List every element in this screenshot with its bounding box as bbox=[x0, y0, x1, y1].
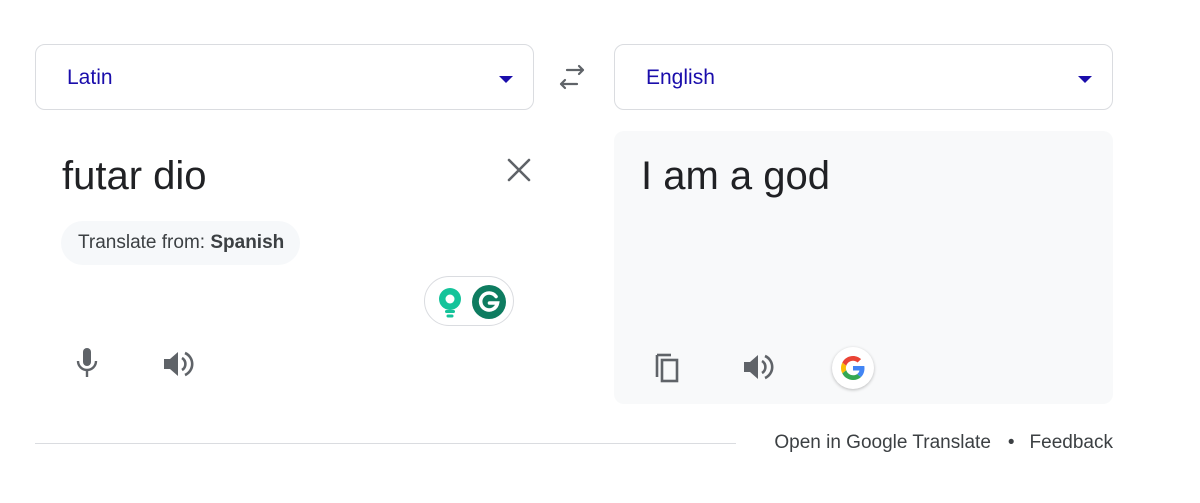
speaker-icon bbox=[164, 351, 194, 377]
open-in-google-translate-link[interactable]: Open in Google Translate bbox=[774, 432, 991, 453]
google-search-button[interactable] bbox=[832, 347, 874, 389]
lightbulb-icon bbox=[439, 288, 461, 318]
translate-from-prefix: Translate from: bbox=[78, 232, 211, 253]
footer-divider bbox=[35, 443, 736, 444]
swap-languages-button[interactable] bbox=[553, 60, 591, 96]
microphone-icon bbox=[76, 348, 98, 377]
translation-output-panel: I am a god bbox=[614, 131, 1113, 404]
listen-translation-button[interactable] bbox=[738, 347, 778, 387]
grammarly-logo-icon bbox=[472, 285, 506, 319]
footer-links: Open in Google Translate • Feedback bbox=[774, 432, 1113, 454]
close-icon bbox=[507, 158, 531, 182]
chevron-down-icon bbox=[499, 76, 513, 83]
target-language-select[interactable]: English bbox=[614, 44, 1113, 110]
copy-icon bbox=[655, 353, 679, 383]
source-language-label: Latin bbox=[67, 66, 113, 89]
translated-text: I am a god bbox=[641, 154, 831, 198]
detected-language: Spanish bbox=[210, 232, 285, 253]
footer-separator: • bbox=[1007, 432, 1015, 453]
target-language-label: English bbox=[646, 66, 715, 89]
grammarly-widget[interactable] bbox=[424, 276, 514, 326]
google-g-icon bbox=[841, 356, 865, 380]
copy-translation-button[interactable] bbox=[647, 347, 687, 387]
source-language-select[interactable]: Latin bbox=[35, 44, 534, 110]
voice-input-button[interactable] bbox=[67, 344, 107, 384]
feedback-link[interactable]: Feedback bbox=[1030, 432, 1113, 453]
clear-text-button[interactable] bbox=[502, 153, 536, 187]
translate-from-suggestion-chip[interactable]: Translate from: Spanish bbox=[61, 221, 301, 265]
swap-arrows-icon bbox=[559, 64, 585, 90]
listen-source-button[interactable] bbox=[158, 344, 198, 384]
chevron-down-icon bbox=[1078, 76, 1092, 83]
speaker-icon bbox=[744, 354, 774, 380]
source-text-input[interactable]: futar dio bbox=[62, 154, 207, 199]
